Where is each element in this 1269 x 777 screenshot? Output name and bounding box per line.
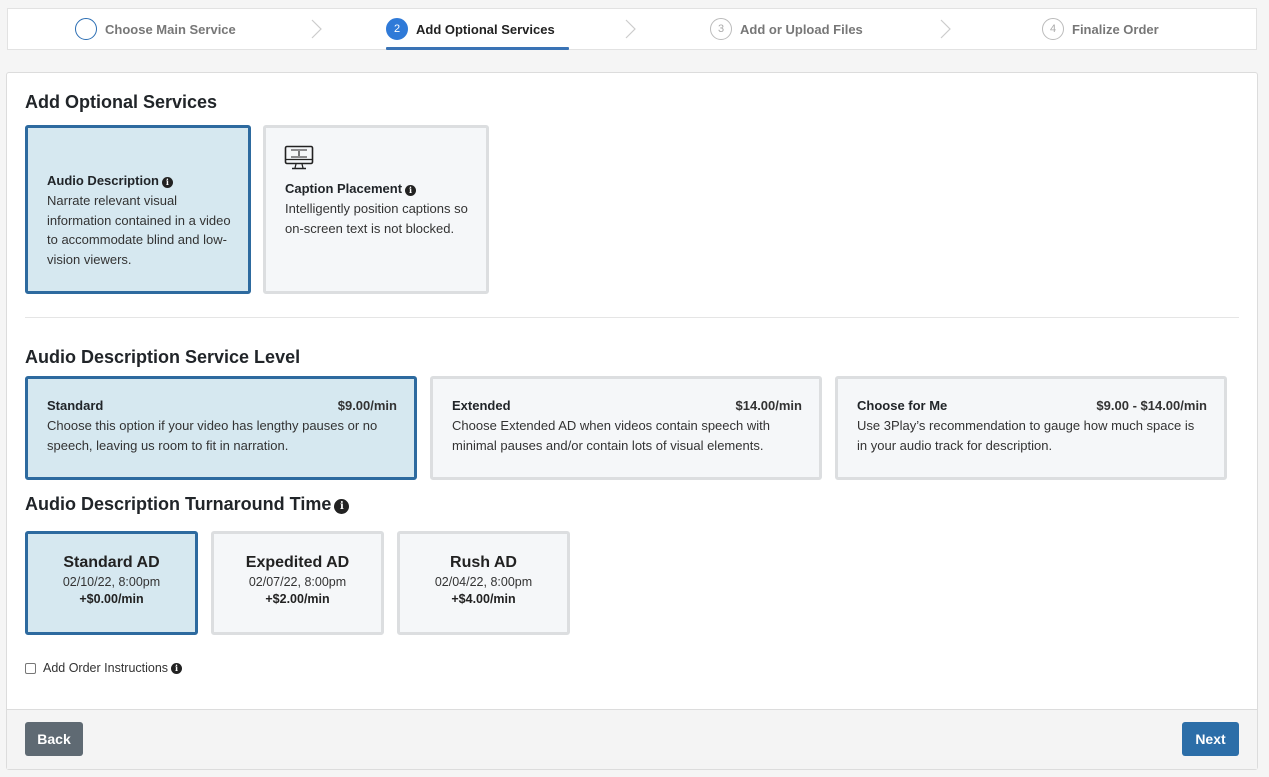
turnaround-price: +$0.00/min [79,592,144,606]
step-add-or-upload-files[interactable]: 3 Add or Upload Files [710,9,863,49]
level-price: $9.00 - $14.00/min [1096,398,1207,413]
turnaround-heading: Audio Description Turnaround Time i [25,494,350,515]
level-description: Choose this option if your video has len… [47,418,378,453]
option-title: Audio Description i [47,173,234,188]
step-3-circle-icon: 3 [710,18,732,40]
order-instructions-row: Add Order Instructions i [25,661,183,675]
info-icon[interactable]: i [405,184,417,196]
order-instructions-label[interactable]: Add Order Instructions [43,661,168,675]
level-price: $9.00/min [337,398,397,413]
info-icon[interactable]: i [171,662,183,674]
option-caption-placement[interactable]: Caption Placement i Intelligently positio… [263,125,489,294]
level-standard[interactable]: Standard $9.00/min Choose this option if … [25,376,417,480]
level-extended[interactable]: Extended $14.00/min Choose Extended AD wh… [430,376,822,480]
level-title: Standard [47,398,104,413]
service-level-heading: Audio Description Service Level [25,347,301,367]
order-stepper: Choose Main Service 2 Add Optional Servi… [7,8,1257,50]
step-2-circle-icon: 2 [386,18,408,40]
step-choose-main-service[interactable]: Choose Main Service [75,9,236,49]
chevron-right-icon [311,19,322,39]
option-title: Caption Placement i [285,181,472,196]
turnaround-date: 02/04/22, 8:00pm [434,575,533,589]
step-label: Add or Upload Files [740,21,863,37]
chevron-right-icon [940,19,951,39]
step-4-circle-icon: 4 [1042,18,1064,40]
order-instructions-checkbox[interactable] [25,662,36,674]
level-price: $14.00/min [735,398,803,413]
level-title: Extended [452,398,511,413]
level-title: Choose for Me [857,398,948,413]
step-1-circle-icon [75,18,97,40]
turnaround-name: Rush AD [450,554,517,571]
optional-services-heading: Add Optional Services [25,92,218,112]
step-label: Add Optional Services [416,21,555,37]
step-label: Choose Main Service [105,21,236,37]
option-description: Intelligently position captions so on-sc… [285,201,468,236]
monitor-icon [284,145,314,170]
step-add-optional-services[interactable]: 2 Add Optional Services [386,9,569,50]
section-divider [25,317,1239,318]
turnaround-date: 02/07/22, 8:00pm [248,575,347,589]
option-description: Narrate relevant visual information cont… [47,193,231,267]
turnaround-date: 02/10/22, 8:00pm [62,575,161,589]
turnaround-standard-ad[interactable]: Standard AD 02/10/22, 8:00pm +$0.00/min [25,531,198,635]
back-button[interactable]: Back [25,722,83,756]
turnaround-expedited-ad[interactable]: Expedited AD 02/07/22, 8:00pm +$2.00/min [211,531,384,635]
chevron-right-icon [625,19,636,39]
level-choose-for-me[interactable]: Choose for Me $9.00 - $14.00/min Use 3Pla… [835,376,1227,480]
option-audio-description[interactable]: Audio Description i Narrate relevant visu… [25,125,251,294]
level-description: Choose Extended AD when videos contain s… [452,418,770,453]
turnaround-price: +$2.00/min [265,592,330,606]
turnaround-name: Standard AD [63,554,160,571]
turnaround-price: +$4.00/min [451,592,516,606]
level-description: Use 3Play’s recommendation to gauge how … [857,418,1195,453]
info-icon[interactable]: i [161,176,173,188]
next-button[interactable]: Next [1182,722,1239,756]
turnaround-rush-ad[interactable]: Rush AD 02/04/22, 8:00pm +$4.00/min [397,531,570,635]
form-footer: Back Next [7,709,1257,769]
info-icon[interactable]: i [334,499,350,514]
order-form-card: Add Optional Services Audio Description i… [6,72,1258,770]
turnaround-name: Expedited AD [245,554,350,571]
step-finalize-order[interactable]: 4 Finalize Order [1042,9,1159,49]
step-label: Finalize Order [1072,21,1159,37]
